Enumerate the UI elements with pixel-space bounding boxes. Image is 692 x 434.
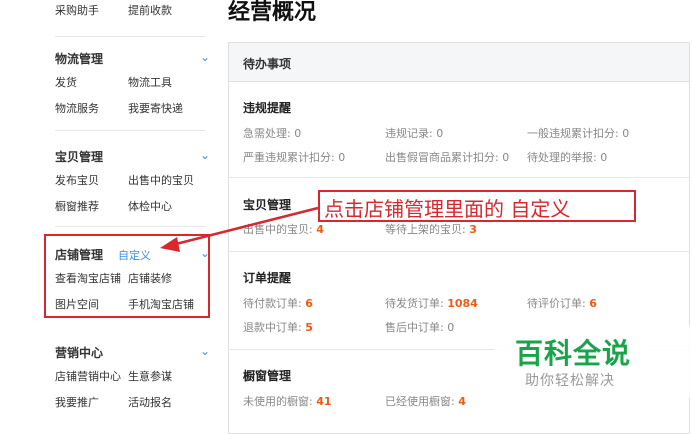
products-title: 宝贝管理 xyxy=(243,198,292,212)
unpaid-orders[interactable]: 待付款订单: 6 xyxy=(243,295,313,311)
on-sale-value: 4 xyxy=(316,223,324,236)
sidebar-item-health-center[interactable]: 体检中心 xyxy=(128,198,172,214)
unshipped-label: 待发货订单: xyxy=(385,297,444,310)
refund-orders[interactable]: 退款中订单: 5 xyxy=(243,319,313,335)
annotation-text: 点击店铺管理里面的 自定义 xyxy=(324,197,571,221)
orders-title: 订单提醒 xyxy=(243,271,292,285)
sidebar-item-marketing-center[interactable]: 店铺营销中心 xyxy=(55,368,121,384)
on-sale-label: 出售中的宝贝: xyxy=(243,223,313,236)
sidebar-link-early-payment[interactable]: 提前收款 xyxy=(128,2,172,18)
sidebar-divider xyxy=(55,130,205,131)
unshipped-value: 1084 xyxy=(447,297,478,310)
violations-title: 违规提醒 xyxy=(243,101,292,115)
refund-label: 退款中订单: xyxy=(243,321,302,334)
sidebar-section-logistics: 物流管理 ⌄ 发货 物流工具 物流服务 我要寄快递 xyxy=(55,50,210,120)
card-header: 待办事项 xyxy=(229,43,689,82)
used-window-label: 已经使用橱窗: xyxy=(385,395,455,408)
sidebar-section-products: 宝贝管理 ⌄ 发布宝贝 出售中的宝贝 橱窗推荐 体检中心 xyxy=(55,148,210,218)
sidebar-item-logistics-service[interactable]: 物流服务 xyxy=(55,100,99,116)
sidebar-divider xyxy=(55,36,205,37)
watermark-subtitle: 助你轻松解决 xyxy=(525,373,615,389)
sidebar-item-ship[interactable]: 发货 xyxy=(55,74,77,90)
sidebar-item-promote[interactable]: 我要推广 xyxy=(55,394,99,410)
unused-window-label: 未使用的橱窗: xyxy=(243,395,313,408)
on-sale-count[interactable]: 出售中的宝贝: 4 xyxy=(243,221,324,237)
used-window-value: 4 xyxy=(458,395,466,408)
sidebar-section-marketing: 营销中心 ⌄ 店铺营销中心 生意参谋 我要推广 活动报名 xyxy=(55,344,210,414)
sidebar-item-logistics-tools[interactable]: 物流工具 xyxy=(128,74,172,90)
watermark-title: 百科全说 xyxy=(515,337,632,370)
sidebar-item-window-recommend[interactable]: 橱窗推荐 xyxy=(55,198,99,214)
card-title: 待办事项 xyxy=(243,57,292,71)
sidebar-item-events[interactable]: 活动报名 xyxy=(128,394,172,410)
unpaid-value: 6 xyxy=(305,297,313,310)
shop-highlight-box xyxy=(44,234,210,318)
aftersale-orders[interactable]: 售后中订单: 0 xyxy=(385,319,454,335)
sidebar-item-send-express[interactable]: 我要寄快递 xyxy=(128,100,183,116)
unused-window-value: 41 xyxy=(316,395,332,408)
unused-window[interactable]: 未使用的橱窗: 41 xyxy=(243,393,332,409)
unrated-orders[interactable]: 待评价订单: 6 xyxy=(527,295,597,311)
chevron-down-icon[interactable]: ⌄ xyxy=(200,344,210,358)
chevron-down-icon[interactable]: ⌄ xyxy=(200,148,210,162)
pending-label: 等待上架的宝贝: xyxy=(385,223,466,236)
unshipped-orders[interactable]: 待发货订单: 1084 xyxy=(385,295,478,311)
window-title: 橱窗管理 xyxy=(243,369,292,383)
violation-records[interactable]: 违规记录: 0 xyxy=(385,125,443,141)
sidebar-divider xyxy=(55,226,205,227)
violation-general-points[interactable]: 一般违规累计扣分: 0 xyxy=(527,125,629,141)
violation-reports[interactable]: 待处理的举报: 0 xyxy=(527,149,607,165)
violation-counterfeit-points[interactable]: 出售假冒商品累计扣分: 0 xyxy=(385,149,509,165)
unpaid-label: 待付款订单: xyxy=(243,297,302,310)
chevron-down-icon[interactable]: ⌄ xyxy=(200,50,210,64)
sidebar-item-on-sale[interactable]: 出售中的宝贝 xyxy=(128,172,194,188)
refund-value: 5 xyxy=(305,321,313,334)
page-title: 经营概况 xyxy=(228,0,317,25)
section-divider xyxy=(229,251,689,252)
annotation-callout: 点击店铺管理里面的 自定义 xyxy=(318,190,636,222)
sidebar: 采购助手 提前收款 物流管理 ⌄ 发货 物流工具 物流服务 我要寄快递 宝贝管理… xyxy=(0,0,222,424)
section-divider xyxy=(229,177,689,178)
pending-count[interactable]: 等待上架的宝贝: 3 xyxy=(385,221,477,237)
sidebar-section-title[interactable]: 营销中心 xyxy=(55,344,103,361)
sidebar-item-business-advisor[interactable]: 生意参谋 xyxy=(128,368,172,384)
sidebar-link-purchase-assistant[interactable]: 采购助手 xyxy=(55,2,99,18)
used-window[interactable]: 已经使用橱窗: 4 xyxy=(385,393,466,409)
unrated-value: 6 xyxy=(589,297,597,310)
violation-serious-points[interactable]: 严重违规累计扣分: 0 xyxy=(243,149,345,165)
pending-value: 3 xyxy=(469,223,477,236)
violation-urgent[interactable]: 急需处理: 0 xyxy=(243,125,301,141)
sidebar-section-title[interactable]: 物流管理 xyxy=(55,50,103,67)
unrated-label: 待评价订单: xyxy=(527,297,586,310)
sidebar-section-title[interactable]: 宝贝管理 xyxy=(55,148,103,165)
sidebar-item-publish[interactable]: 发布宝贝 xyxy=(55,172,99,188)
